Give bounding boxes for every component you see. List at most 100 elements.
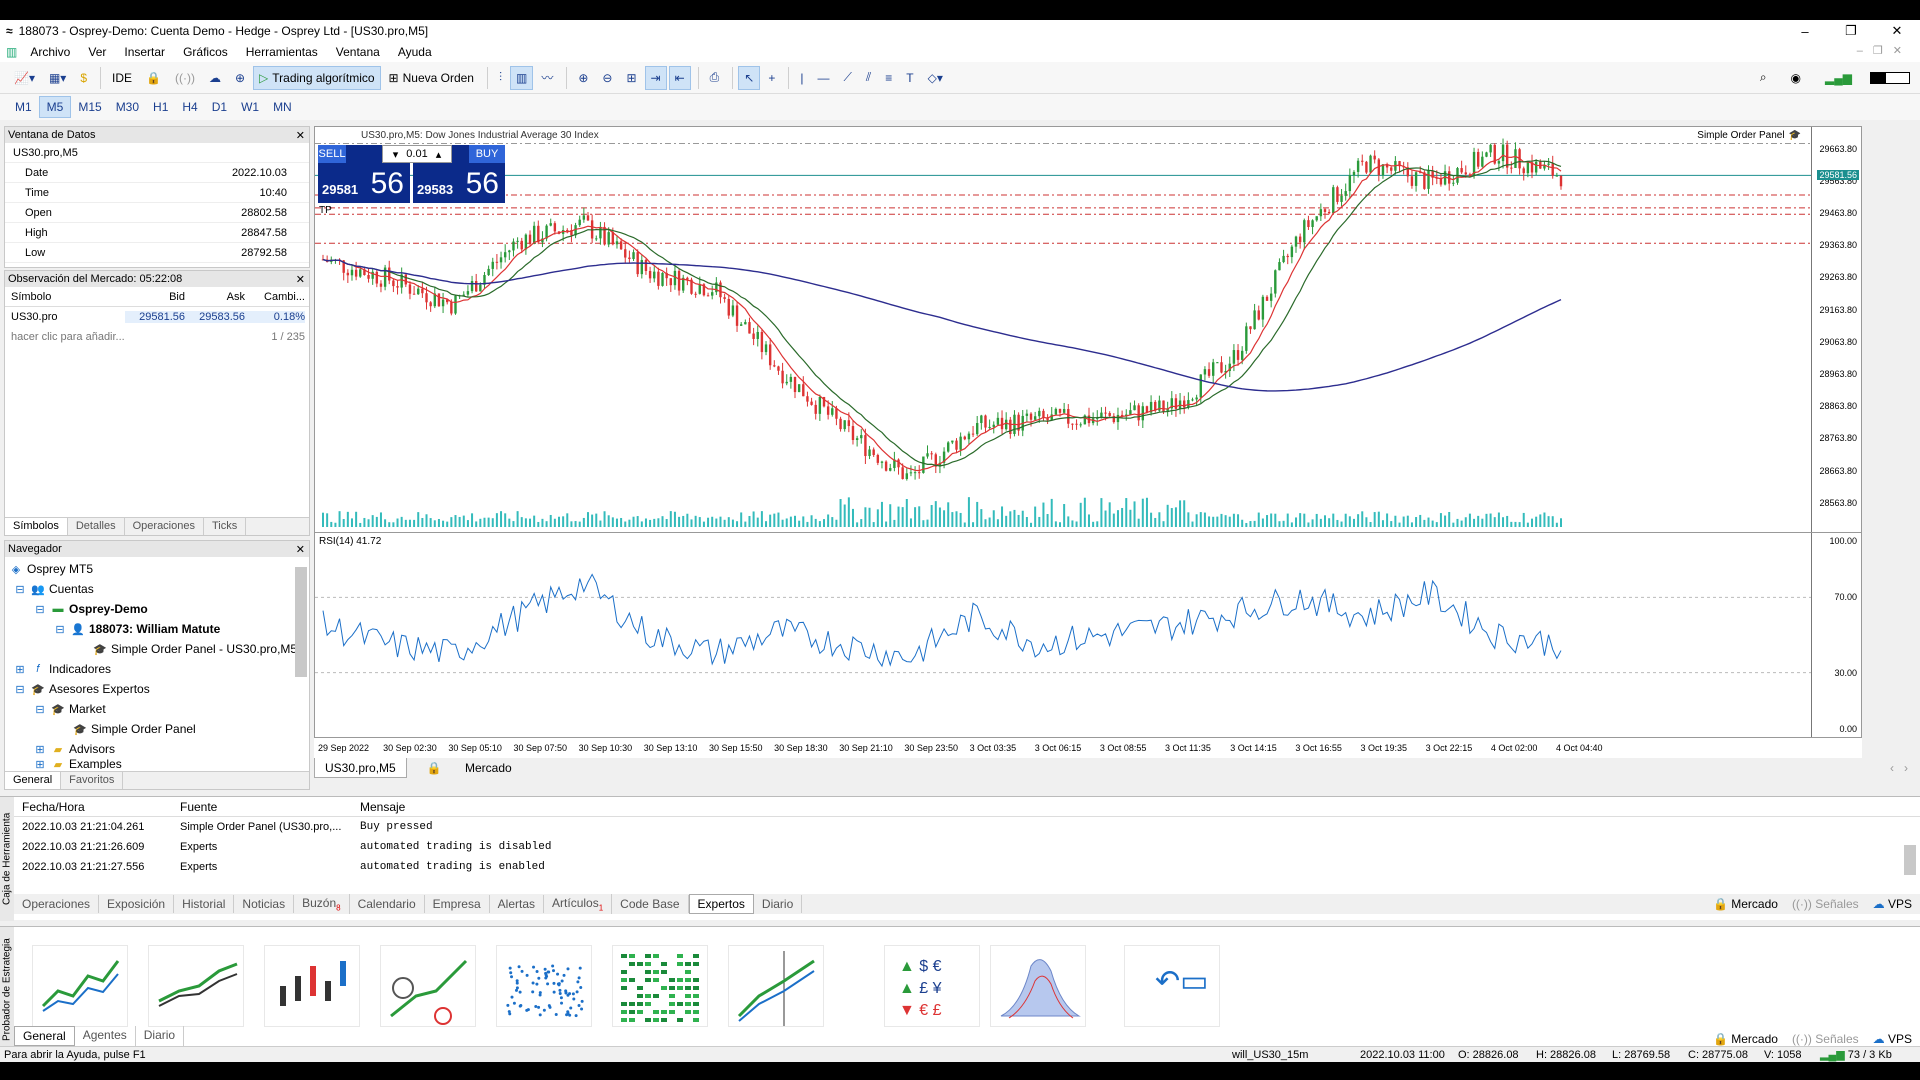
log-row[interactable]: 2022.10.03 21:21:04.261 Simple Order Pane… — [0, 817, 1920, 837]
col-bid[interactable]: Bid — [125, 291, 185, 303]
tab-favoritos[interactable]: Favoritos — [61, 772, 124, 789]
tf-w1[interactable]: W1 — [234, 97, 266, 117]
tester-tile-opt[interactable] — [612, 945, 708, 1027]
tree-cuentas[interactable]: ⊟ 👥 Cuentas — [5, 579, 309, 599]
cloud-icon[interactable]: ☁ — [203, 66, 227, 90]
close-icon[interactable]: ✕ — [296, 273, 305, 286]
channel-icon[interactable]: ⫽ — [860, 66, 877, 90]
bar-chart-icon[interactable]: ⫶ — [493, 66, 508, 90]
restore-button[interactable]: ❐ — [1828, 20, 1874, 42]
tf-h4[interactable]: H4 — [175, 97, 204, 117]
tree-asesores[interactable]: ⊟ 🎓 Asesores Expertos — [5, 679, 309, 699]
tab-calendario[interactable]: Calendario — [350, 895, 425, 913]
new-order-button[interactable]: ⊞ Nueva Orden — [383, 66, 480, 90]
menu-ver[interactable]: Ver — [79, 45, 115, 59]
status-profile[interactable]: will_US30_15m — [1232, 1049, 1308, 1061]
tester-tile-forward[interactable] — [728, 945, 824, 1027]
tree-root[interactable]: ◈ Osprey MT5 — [5, 559, 309, 579]
tester-tile-3d[interactable] — [990, 945, 1086, 1027]
screenshot-icon[interactable]: ⎙ — [704, 66, 726, 90]
minimize-button[interactable]: – — [1782, 20, 1828, 42]
chart-menu-icon[interactable]: ▥ — [6, 45, 17, 59]
menu-insertar[interactable]: Insertar — [115, 45, 174, 59]
tab-articulos[interactable]: Artículos1 — [544, 893, 613, 915]
chart-tab-us30[interactable]: US30.pro,M5 — [314, 758, 407, 778]
tab-expertos[interactable]: Expertos — [688, 894, 754, 914]
crosshair-icon[interactable]: + — [762, 66, 781, 90]
grid-icon[interactable]: ⊞ — [620, 66, 642, 90]
profiles-icon[interactable]: ▦▾ — [43, 66, 72, 90]
tab-empresa[interactable]: Empresa — [425, 895, 490, 913]
menu-archivo[interactable]: Archivo — [21, 45, 79, 59]
market-icon[interactable]: $ — [74, 66, 93, 90]
senales-link[interactable]: ((·)) Señales — [1792, 897, 1859, 911]
account-icon[interactable]: ◉ — [1785, 66, 1807, 90]
tf-m15[interactable]: M15 — [71, 97, 108, 117]
signal-icon[interactable]: ((·)) — [169, 66, 201, 90]
tree-indicadores[interactable]: ⊞ 𝑓 Indicadores — [5, 659, 309, 679]
vps-icon[interactable]: ⊕ — [229, 66, 251, 90]
col-symbol[interactable]: Símbolo — [5, 291, 125, 303]
col-message[interactable]: Mensaje — [360, 800, 1920, 814]
autoscroll-icon[interactable]: ⇥ — [644, 65, 667, 90]
tester-tile-currency[interactable]: ▲ $ € ▲ £ ¥ ▼ € £ — [884, 945, 980, 1027]
line-chart-icon[interactable]: 〰 — [535, 66, 559, 90]
tester-tab-general[interactable]: General — [14, 1026, 75, 1046]
tab-exposicion[interactable]: Exposición — [99, 895, 175, 913]
tab-general[interactable]: General — [5, 772, 62, 789]
tab-operaciones[interactable]: Operaciones — [125, 518, 204, 535]
tab-diario[interactable]: Diario — [754, 895, 803, 913]
tf-m30[interactable]: M30 — [109, 97, 146, 117]
tf-m1[interactable]: M1 — [8, 97, 39, 117]
tester-tab-agentes[interactable]: Agentes — [75, 1026, 136, 1046]
rsi-panel[interactable]: 100.00 70.00 30.00 0.00 RSI(14) 41.72 — [314, 532, 1862, 738]
tab-noticias[interactable]: Noticias — [234, 895, 295, 913]
tester-tile-math[interactable] — [496, 945, 592, 1027]
tab-buzon[interactable]: Buzón8 — [294, 893, 350, 915]
lot-size-input[interactable]: ▾ 0.01 ▴ — [382, 145, 452, 163]
col-source[interactable]: Fuente — [180, 800, 360, 814]
mercado-link[interactable]: 🔒 Mercado — [1713, 897, 1778, 911]
algo-trading-button[interactable]: ▷ Trading algorítmico — [253, 65, 381, 90]
log-row[interactable]: 2022.10.03 21:21:27.556 Experts automated … — [0, 857, 1920, 877]
close-button[interactable]: ✕ — [1874, 20, 1920, 42]
tab-simbolos[interactable]: Símbolos — [5, 518, 68, 535]
add-symbol-row[interactable]: hacer clic para añadir... 1 / 235 — [5, 327, 309, 347]
tree-server[interactable]: ⊟ ▬ Osprey-Demo — [5, 599, 309, 619]
lock-icon[interactable]: 🔒 — [140, 66, 167, 90]
tester-tile-visual[interactable] — [148, 945, 244, 1027]
tree-ea-instance[interactable]: 🎓 Simple Order Panel - US30.pro,M5 — [5, 639, 309, 659]
chart-tab-mercado[interactable]: 🔒 Mercado — [407, 758, 532, 778]
tree-advisors[interactable]: ⊞ ▰ Advisors — [5, 739, 309, 759]
menu-ventana[interactable]: Ventana — [327, 45, 389, 59]
tester-tile-speed[interactable] — [380, 945, 476, 1027]
vps-link[interactable]: ☁ VPS — [1873, 1032, 1912, 1046]
col-ask[interactable]: Ask — [185, 291, 245, 303]
mercado-link[interactable]: 🔒 Mercado — [1713, 1032, 1778, 1046]
col-datetime[interactable]: Fecha/Hora — [22, 800, 180, 814]
zoom-in-icon[interactable]: ⊕ — [572, 66, 594, 90]
horizontal-line-icon[interactable]: — — [811, 66, 835, 90]
menu-graficos[interactable]: Gráficos — [174, 45, 237, 59]
text-icon[interactable]: T — [900, 66, 919, 90]
vertical-line-icon[interactable]: | — [794, 66, 809, 90]
menu-herramientas[interactable]: Herramientas — [237, 45, 327, 59]
search-icon[interactable]: ⌕ — [1754, 66, 1773, 90]
trendline-icon[interactable]: ⟋ — [837, 66, 857, 90]
ide-button[interactable]: IDE — [106, 66, 138, 90]
lot-up-icon[interactable]: ▴ — [436, 148, 442, 161]
log-row[interactable]: 2022.10.03 21:21:26.609 Experts automated … — [0, 837, 1920, 857]
tree-market[interactable]: ⊟ 🎓 Market — [5, 699, 309, 719]
tab-ticks[interactable]: Ticks — [204, 518, 247, 535]
lot-down-icon[interactable]: ▾ — [393, 148, 399, 161]
tester-tile-single[interactable] — [32, 945, 128, 1027]
new-chart-icon[interactable]: 📈▾ — [8, 66, 41, 90]
tree-account[interactable]: ⊟ 👤 188073: William Matute — [5, 619, 309, 639]
shapes-icon[interactable]: ◇▾ — [922, 66, 949, 90]
tab-detalles[interactable]: Detalles — [68, 518, 125, 535]
tf-m5[interactable]: M5 — [38, 96, 72, 118]
candles-icon[interactable]: ▥ — [510, 65, 534, 90]
fibo-icon[interactable]: ≡ — [879, 66, 898, 90]
tf-mn[interactable]: MN — [266, 97, 299, 117]
log-scrollbar[interactable] — [1904, 845, 1916, 875]
